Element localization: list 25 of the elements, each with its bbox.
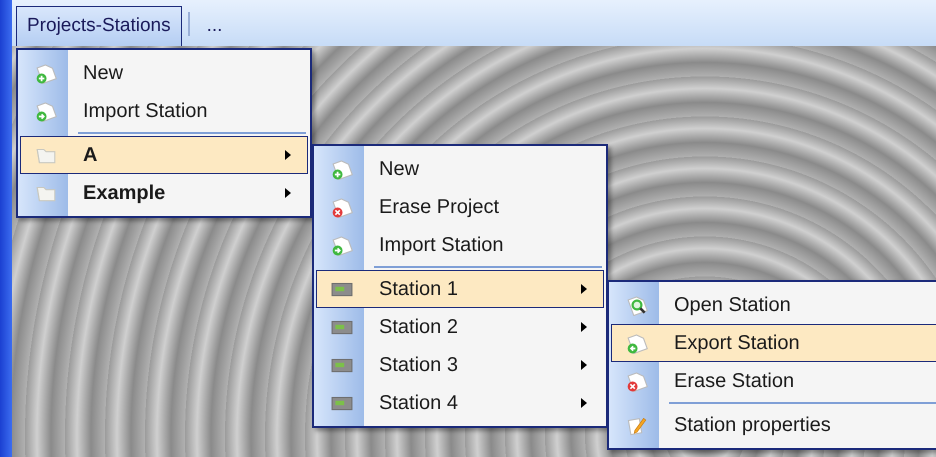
document-delete-icon [331, 196, 353, 218]
menu-item[interactable]: New [316, 150, 604, 188]
document-delete-icon [626, 370, 648, 392]
document-arrow-icon [35, 100, 57, 122]
menu-item[interactable]: New [20, 54, 308, 92]
menu-item[interactable]: Station 2 [316, 308, 604, 346]
menu-bar-item[interactable]: ... [196, 6, 234, 46]
menu-item[interactable]: A [20, 136, 308, 174]
menu-item[interactable]: Erase Station [611, 362, 936, 400]
menu-item[interactable]: Station 4 [316, 384, 604, 422]
menu-item[interactable]: Import Station [20, 92, 308, 130]
menu-item[interactable]: Import Station [316, 226, 604, 264]
document-arrow-icon [626, 332, 648, 354]
menu-item[interactable]: Open Station [611, 286, 936, 324]
document-search-icon [626, 294, 648, 316]
menu-item[interactable]: Example [20, 174, 308, 212]
document-plus-icon [331, 158, 353, 180]
menu-item[interactable]: Station properties [611, 406, 936, 444]
document-plus-icon [35, 62, 57, 84]
menu-bar-item[interactable]: Projects-Stations [16, 6, 182, 46]
menu-item[interactable]: Erase Project [316, 188, 604, 226]
document-arrow-icon [331, 234, 353, 256]
menu-item[interactable]: Export Station [611, 324, 936, 362]
menu-item[interactable]: Station 3 [316, 346, 604, 384]
menu-item[interactable]: Station 1 [316, 270, 604, 308]
